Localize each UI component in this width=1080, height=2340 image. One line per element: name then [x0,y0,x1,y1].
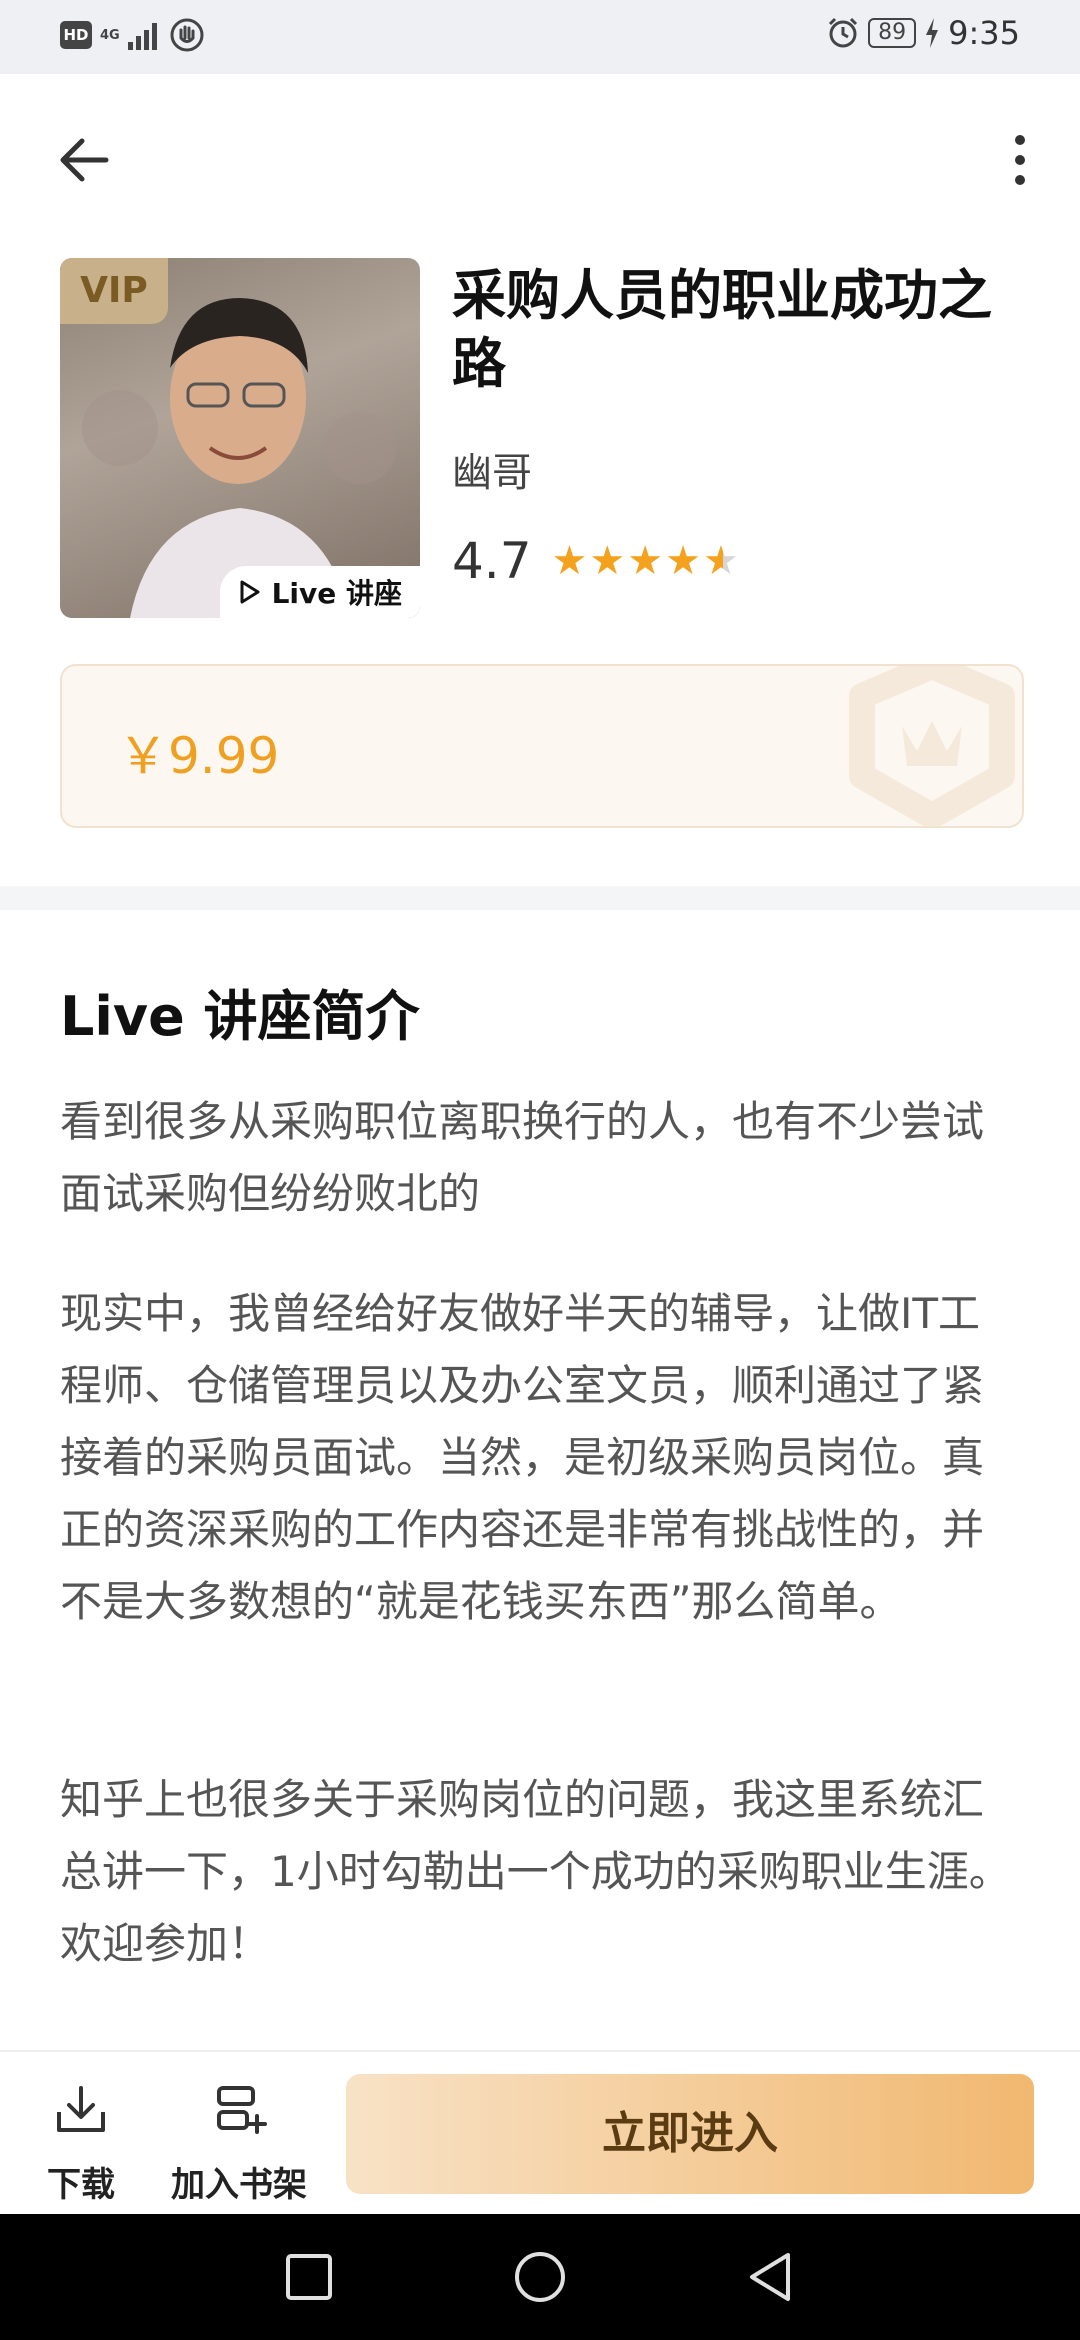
back-icon[interactable] [744,2250,798,2304]
network-type: 4G [100,27,120,43]
vip-badge: VIP [60,258,168,324]
bottom-action-bar: 下载 加入书架 立即进入 [0,2050,1080,2216]
home-icon[interactable] [513,2250,567,2304]
add-to-shelf-button[interactable]: 加入书架 [164,2082,314,2206]
clock: 9:35 [948,14,1020,52]
live-badge-label: Live 讲座 [271,577,402,610]
course-title: 采购人员的职业成功之路 [452,264,992,395]
signal-icon [127,23,157,50]
back-arrow-icon[interactable] [52,128,116,192]
intro-paragraph: 看到很多从采购职位离职换行的人，也有不少尝试面试采购但纷纷败北的 [60,1097,985,1218]
play-icon [240,580,260,604]
more-options-icon[interactable] [1000,130,1040,190]
star-icon: ★ [551,538,588,584]
intro-heading: Live 讲座简介 [60,985,420,1048]
bookshelf-add-icon [217,2086,267,2134]
price: ￥9.99 [118,727,280,785]
download-icon [57,2086,105,2132]
alarm-icon [829,17,858,48]
author-name[interactable]: 幽哥 [452,440,532,498]
download-label: 下载 [47,2165,115,2205]
price-card: ￥9.99 [60,664,1024,828]
status-bar: HD 4G 89 9:35 [0,0,1080,74]
half-star-icon: ★ [702,538,739,584]
hand-icon [170,18,204,52]
live-badge: Live 讲座 [219,566,420,618]
star-icon: ★ [589,538,626,584]
intro-paragraph: 知乎上也很多关于采购岗位的问题，我这里系统汇总讲一下，1小时勾勒出一个成功的采购… [60,1775,1011,1968]
charging-icon [926,18,939,48]
star-icon: ★ [627,538,664,584]
rating-value: 4.7 [452,532,532,590]
recent-apps-icon[interactable] [282,2250,336,2304]
enter-now-button[interactable]: 立即进入 [346,2074,1034,2194]
hd-icon: HD [60,21,92,49]
battery-level: 89 [868,18,917,48]
star-icon: ★ [665,538,701,584]
star-rating: ★ ★ ★ ★ ★ [552,541,739,581]
rating: 4.7 ★ ★ ★ ★ ★ [452,532,739,590]
add-to-shelf-label: 加入书架 [171,2165,307,2205]
section-divider [0,886,1080,910]
crown-watermark-icon [849,666,1015,826]
intro-paragraph: 现实中，我曾经给好友做好半天的辅导，让做IT工程师、仓储管理员以及办公室文员，顺… [60,1289,985,1626]
system-nav-bar [0,2214,1080,2340]
download-button[interactable]: 下载 [44,2082,118,2206]
course-cover[interactable]: VIP Live 讲座 [60,258,420,618]
